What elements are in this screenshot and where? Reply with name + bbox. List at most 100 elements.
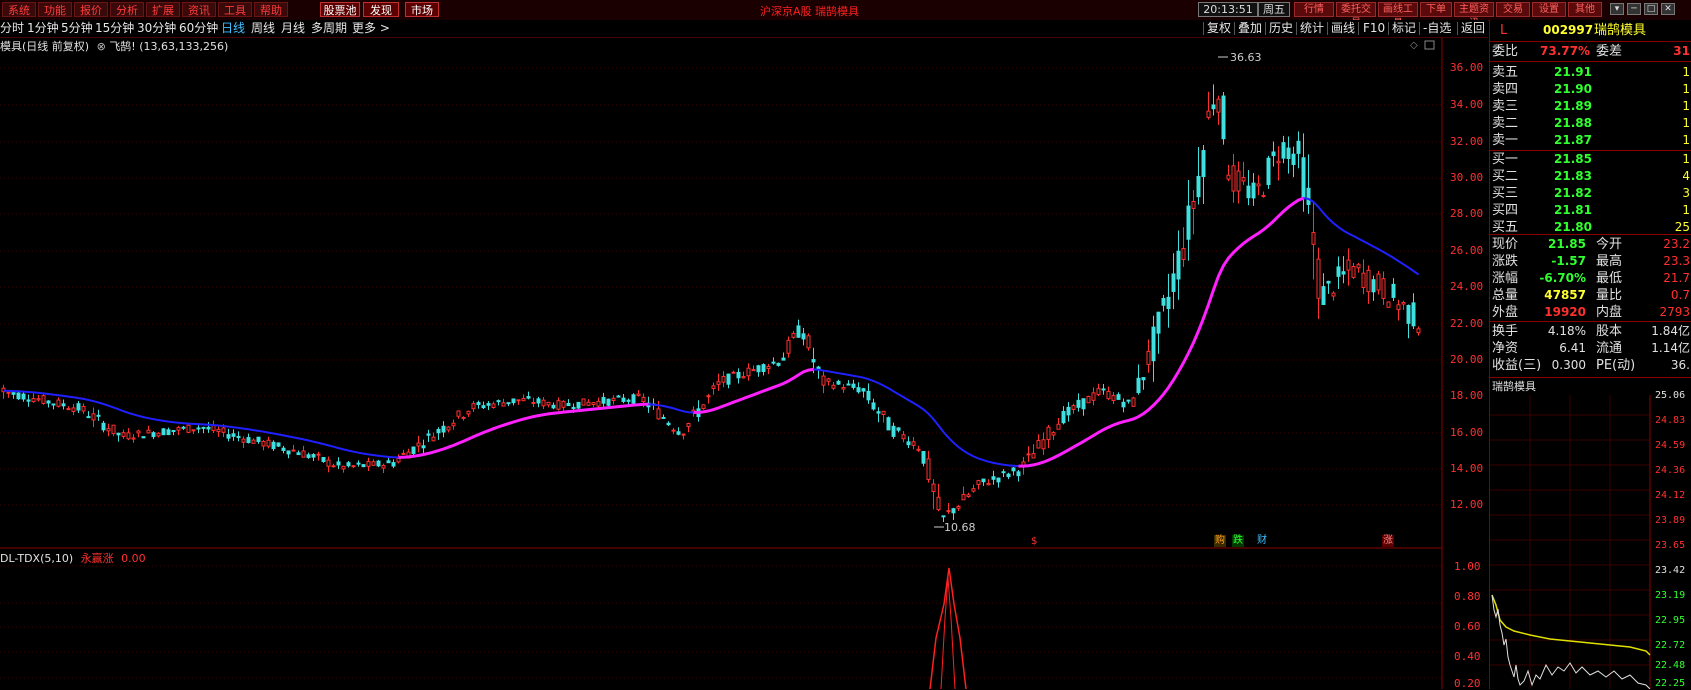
period-multi[interactable]: 多周期 — [311, 21, 347, 36]
candle-body — [706, 395, 711, 398]
stat-label: 总量 — [1492, 288, 1519, 303]
candle-body — [541, 399, 546, 407]
tool-overlay[interactable]: 叠加 — [1238, 21, 1262, 36]
tool-favorite[interactable]: -自选 — [1423, 21, 1451, 36]
minimize-icon[interactable]: ─ — [1627, 3, 1641, 15]
menu-tools[interactable]: 工具 — [218, 2, 252, 17]
sell-row[interactable]: 卖三 21.89 1 — [1490, 98, 1691, 115]
candle-body — [1101, 388, 1106, 391]
candle-body — [601, 397, 606, 404]
event-marker[interactable]: 财 — [1256, 535, 1268, 547]
price-tick: 28.00 — [1450, 207, 1484, 220]
menu-help[interactable]: 帮助 — [254, 2, 288, 17]
menu-system[interactable]: 系统 — [2, 2, 36, 17]
tool-separator — [1327, 22, 1328, 35]
candle-body — [991, 476, 996, 480]
event-marker[interactable]: 购 — [1214, 535, 1226, 547]
toolbar-other-button[interactable]: 其他 — [1568, 2, 1602, 17]
candle-body — [901, 434, 906, 440]
buy-row[interactable]: 买三 21.82 3 — [1490, 185, 1691, 202]
menu-market[interactable]: 市场 — [405, 2, 439, 17]
toolbar-exchange-button[interactable]: 交易 — [1496, 2, 1530, 17]
toolbar-settings-button[interactable]: 设置 — [1532, 2, 1566, 17]
candle-body — [876, 411, 881, 414]
toolbar-draw-button[interactable]: 画线工具 — [1378, 2, 1418, 29]
candle-body — [776, 362, 781, 366]
period-5min[interactable]: 5分钟 — [61, 21, 93, 36]
period-60min[interactable]: 60分钟 — [179, 21, 218, 36]
menu-function[interactable]: 功能 — [38, 2, 72, 17]
candle-body — [446, 426, 451, 431]
maximize-icon[interactable]: □ — [1644, 3, 1658, 15]
sell-row[interactable]: 卖一 21.87 1 — [1490, 132, 1691, 149]
candle-body — [21, 393, 26, 400]
candle-body — [286, 450, 291, 455]
menu-analysis[interactable]: 分析 — [110, 2, 144, 17]
candle-body — [296, 452, 301, 456]
candle-body — [1251, 182, 1256, 199]
period-15min[interactable]: 15分钟 — [95, 21, 134, 36]
candle-body — [226, 434, 231, 439]
stat-label: 最高 — [1596, 254, 1623, 269]
candle-body — [1271, 151, 1276, 157]
toolbar-order-button[interactable]: 下单 — [1420, 2, 1452, 17]
period-daily[interactable]: 日线 — [221, 21, 245, 36]
candle-body — [896, 427, 901, 431]
tool-stats[interactable]: 统计 — [1300, 21, 1324, 36]
chart-canvas[interactable]: 36.63 10.68 ◇ — [0, 38, 1489, 689]
candle-body — [1176, 250, 1181, 280]
toolbar-quote-button[interactable]: 行情 — [1294, 2, 1334, 17]
indicator-toggle-icon[interactable]: ⊗ — [97, 40, 106, 53]
period-monthly[interactable]: 月线 — [281, 21, 305, 36]
menu-quote[interactable]: 报价 — [74, 2, 108, 17]
candle-body — [491, 403, 496, 408]
corner-icons[interactable]: ◇ — [1410, 40, 1435, 51]
candle-body — [261, 440, 266, 447]
menu-stock-pool[interactable]: 股票池 — [320, 2, 360, 17]
candle-body — [1291, 153, 1296, 166]
candle-body — [341, 465, 346, 470]
candle-body — [516, 399, 521, 402]
mini-avg-line — [1491, 594, 1651, 656]
candle-body — [521, 397, 526, 402]
candle-body — [41, 395, 46, 404]
period-intraday[interactable]: 分时 — [0, 21, 24, 36]
tool-history[interactable]: 历史 — [1269, 21, 1293, 36]
event-marker[interactable]: 跌 — [1232, 535, 1244, 547]
divider — [1490, 41, 1691, 42]
candle-body — [16, 392, 21, 400]
period-30min[interactable]: 30分钟 — [137, 21, 176, 36]
period-more[interactable]: 更多 > — [352, 21, 390, 36]
buy-row[interactable]: 买四 21.81 1 — [1490, 202, 1691, 219]
candle-body — [456, 410, 461, 417]
menu-dropdown-icon[interactable]: ▾ — [1610, 3, 1624, 15]
toolbar-trade-button[interactable]: 委托交易 — [1336, 2, 1376, 29]
menu-extend[interactable]: 扩展 — [146, 2, 180, 17]
tool-back[interactable]: 返回 — [1461, 21, 1485, 36]
candle-body — [1206, 110, 1211, 118]
menu-news[interactable]: 资讯 — [182, 2, 216, 17]
tool-adjust[interactable]: 复权 — [1207, 21, 1231, 36]
event-marker[interactable]: $ — [1030, 536, 1038, 548]
close-icon[interactable]: ✕ — [1661, 3, 1675, 15]
event-marker[interactable]: 涨 — [1382, 535, 1394, 547]
buy-row[interactable]: 买一 21.85 1 — [1490, 151, 1691, 168]
period-1min[interactable]: 1分钟 — [27, 21, 59, 36]
indicator-tick: 0.60 — [1454, 620, 1481, 633]
candle-body — [886, 417, 891, 431]
sell-row[interactable]: 卖二 21.88 1 — [1490, 115, 1691, 132]
buy-row[interactable]: 买二 21.83 4 — [1490, 168, 1691, 185]
sell-row[interactable]: 卖五 21.91 1 — [1490, 64, 1691, 81]
toolbar-news-button[interactable]: 主题资讯 — [1454, 2, 1494, 29]
tool-draw[interactable]: 画线 — [1331, 21, 1355, 36]
candle-body — [31, 398, 36, 403]
book-price: 21.81 — [1554, 203, 1592, 217]
candle-body — [931, 483, 936, 493]
sell-row[interactable]: 卖四 21.90 1 — [1490, 81, 1691, 98]
fin-label: 换手 — [1492, 324, 1519, 339]
menu-discover[interactable]: 发现 — [363, 2, 399, 17]
period-weekly[interactable]: 周线 — [251, 21, 275, 36]
tool-f10[interactable]: F10 — [1363, 21, 1385, 36]
stat-row: 总量 47857 量比 0.7 — [1490, 287, 1691, 304]
tool-mark[interactable]: 标记 — [1392, 21, 1416, 36]
